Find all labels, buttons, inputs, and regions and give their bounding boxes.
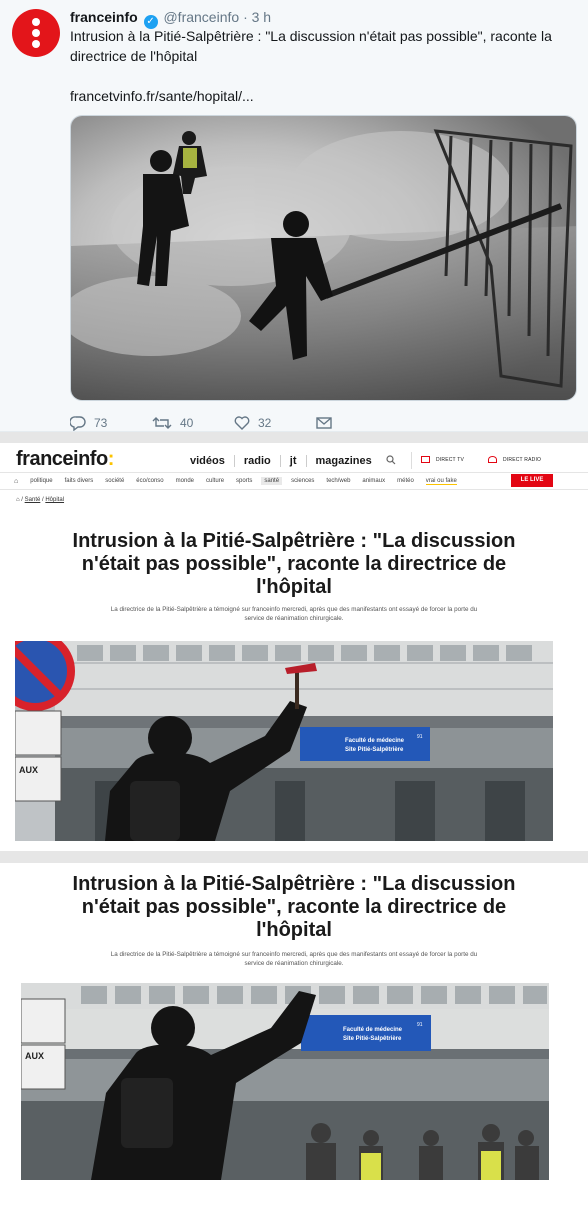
category-societe[interactable]: société	[105, 478, 124, 484]
tweet-text: Intrusion à la Pitié-Salpêtrière : "La d…	[70, 28, 552, 64]
article-title: Intrusion à la Pitié-Salpêtrière : "La d…	[72, 530, 516, 598]
street-sign-text: AUX	[19, 765, 38, 775]
tweet-photo[interactable]	[70, 115, 577, 401]
tweet-author-name[interactable]: franceinfo	[70, 9, 138, 25]
sign-line-1: Faculté de médecine	[345, 738, 405, 744]
direct-radio-label: DIRECT RADIO	[503, 456, 542, 463]
direct-tv-label: DIRECT TV	[436, 456, 465, 463]
sign-number: 91	[417, 1022, 423, 1028]
direct-radio-link[interactable]: DIRECT RADIO	[488, 456, 541, 463]
retweet-count: 40	[180, 416, 194, 430]
reply-button[interactable]: 73	[70, 415, 152, 431]
breadcrumb-hopital[interactable]: Hôpital	[45, 497, 64, 503]
category-sante[interactable]: santé	[261, 477, 283, 485]
envelope-icon	[316, 417, 332, 429]
headphones-icon	[488, 456, 497, 463]
franceinfo-logo[interactable]: franceinfo:	[16, 448, 114, 471]
street-sign-text: AUX	[25, 1051, 44, 1061]
nav-divider	[279, 455, 281, 467]
sign-line-2: Site Pitié-Salpêtrière	[343, 1036, 402, 1042]
category-vrai-ou-fake[interactable]: vrai ou fake	[425, 478, 457, 485]
section-separator	[0, 851, 588, 863]
direct-message-button[interactable]	[316, 416, 398, 430]
category-animaux[interactable]: animaux	[362, 478, 385, 484]
logo-text: franceinfo	[16, 448, 108, 470]
reply-icon	[70, 416, 86, 431]
breadcrumb: ⌂ / Santé / Hôpital	[16, 497, 64, 503]
category-bar: ⌂ politique faits divers société éco/con…	[14, 474, 574, 488]
category-rule	[0, 489, 588, 490]
article-hero-image[interactable]: Faculté de médecine Site Pitié-Salpêtriè…	[15, 641, 553, 841]
home-icon[interactable]: ⌂	[14, 478, 18, 485]
like-count: 32	[258, 416, 272, 430]
sign-line-2: Site Pitié-Salpêtrière	[345, 747, 404, 753]
nav-rule	[0, 472, 588, 473]
reply-count: 73	[94, 416, 108, 430]
breadcrumb-separator: /	[42, 497, 44, 503]
nav-item-radio[interactable]: radio	[244, 455, 271, 467]
live-button[interactable]: LE LIVE	[511, 474, 553, 487]
category-sports[interactable]: sports	[236, 478, 252, 484]
nav-divider	[233, 455, 235, 467]
nav-item-magazines[interactable]: magazines	[316, 455, 372, 467]
tweet-timestamp[interactable]: 3 h	[252, 9, 271, 25]
avatar-dot	[32, 29, 40, 37]
category-sciences[interactable]: sciences	[291, 478, 314, 484]
category-culture[interactable]: culture	[206, 478, 224, 484]
search-icon[interactable]	[386, 455, 396, 465]
category-faits-divers[interactable]: faits divers	[65, 478, 94, 484]
article-title: Intrusion à la Pitié-Salpêtrière : "La d…	[72, 873, 516, 941]
logo-colon: :	[107, 448, 115, 470]
like-button[interactable]: 32	[234, 415, 316, 431]
breadcrumb-separator: /	[21, 497, 23, 503]
heart-icon	[234, 416, 250, 430]
avatar-dot	[32, 40, 40, 48]
tweet-separator: ·	[243, 9, 248, 25]
article-lead: La directrice de la Pitié-Salpêtrière a …	[110, 606, 478, 622]
section-separator	[0, 432, 588, 443]
nav-item-jt[interactable]: jt	[290, 455, 297, 467]
sign-line-1: Faculté de médecine	[343, 1027, 403, 1033]
hospital-protest-photo: Faculté de médecine Site Pitié-Salpêtriè…	[15, 641, 553, 841]
direct-tv-link[interactable]: DIRECT TV	[421, 456, 464, 463]
article-lead: La directrice de la Pitié-Salpêtrière a …	[110, 951, 478, 967]
header-divider	[411, 452, 412, 469]
category-monde[interactable]: monde	[176, 478, 194, 484]
nav-divider	[305, 455, 307, 467]
category-tech-web[interactable]: tech/web	[326, 478, 350, 484]
category-politique[interactable]: politique	[30, 478, 52, 484]
main-nav: vidéos radio jt magazines	[190, 455, 372, 467]
retweet-icon	[152, 417, 172, 429]
category-meteo[interactable]: météo	[397, 478, 414, 484]
tv-icon	[421, 456, 430, 463]
sign-number: 91	[417, 734, 423, 740]
tweet-card[interactable]: franceinfo ✓ @franceinfo · 3 h Intrusion…	[0, 0, 588, 432]
tweet-actions: 73 40 32	[70, 413, 398, 433]
tweet-author-handle[interactable]: @franceinfo	[163, 9, 239, 25]
franceinfo-avatar[interactable]	[12, 9, 60, 57]
category-eco-conso[interactable]: éco/conso	[136, 478, 163, 484]
nav-item-videos[interactable]: vidéos	[190, 455, 225, 467]
breadcrumb-sante[interactable]: Santé	[25, 497, 41, 503]
tweet-link[interactable]: francetvinfo.fr/sante/hopital/...	[70, 86, 254, 106]
retweet-button[interactable]: 40	[152, 415, 234, 431]
home-icon[interactable]: ⌂	[16, 497, 20, 503]
article-hero-image[interactable]: Faculté de médecine Site Pitié-Salpêtriè…	[21, 983, 549, 1180]
hospital-protest-photo: Faculté de médecine Site Pitié-Salpêtriè…	[21, 983, 549, 1180]
riot-photo-illustration	[71, 116, 576, 400]
avatar-dot	[32, 18, 40, 26]
